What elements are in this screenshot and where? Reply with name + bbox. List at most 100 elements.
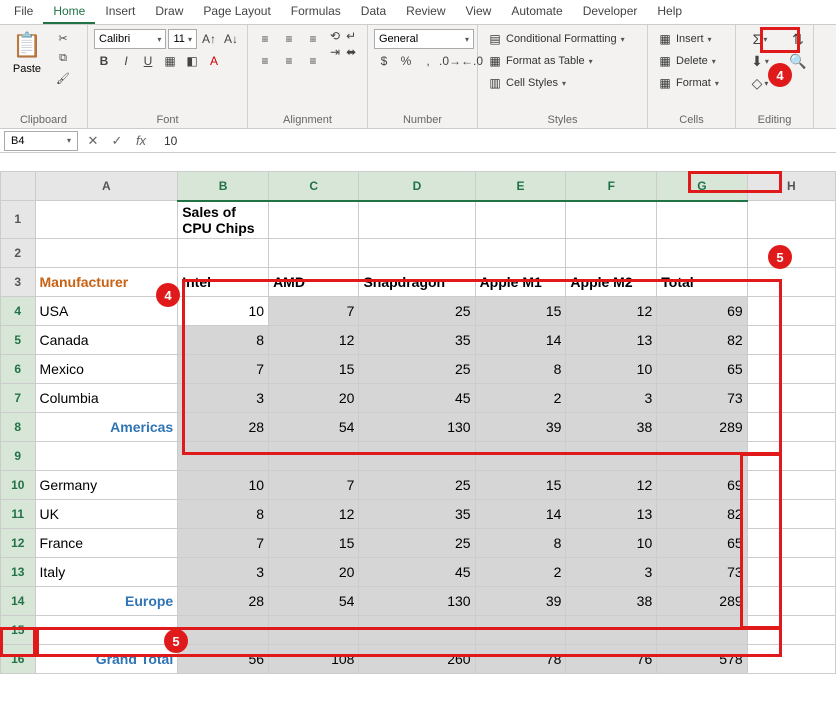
cell-blank[interactable] xyxy=(178,615,269,644)
cell-A13[interactable]: Italy xyxy=(35,557,178,586)
cell-A7[interactable]: Columbia xyxy=(35,383,178,412)
menu-file[interactable]: File xyxy=(4,0,43,24)
enter-icon[interactable]: ✓ xyxy=(108,133,126,149)
cell-blank[interactable] xyxy=(269,441,359,470)
copy-icon[interactable]: ⧉ xyxy=(52,49,74,67)
cell-data-r12-c4[interactable]: 10 xyxy=(566,528,657,557)
cell-blank[interactable] xyxy=(747,296,835,325)
align-bottom-icon[interactable]: ≡ xyxy=(302,29,324,49)
cell-grand-1[interactable]: 108 xyxy=(269,644,359,673)
cell-data-r6-c1[interactable]: 15 xyxy=(269,354,359,383)
cell-blank[interactable] xyxy=(747,383,835,412)
cell-grand-3[interactable]: 78 xyxy=(475,644,566,673)
fill-color-button[interactable]: ◧ xyxy=(182,51,202,71)
cell-data-r4-c4[interactable]: 12 xyxy=(566,296,657,325)
cell-blank[interactable] xyxy=(747,528,835,557)
cell-subtotal-1-3[interactable]: 39 xyxy=(475,586,566,615)
row-header-16[interactable]: 16 xyxy=(1,644,36,673)
cell-data-r6-c2[interactable]: 25 xyxy=(359,354,475,383)
cell-B1[interactable]: Sales of CPU Chips xyxy=(178,201,269,239)
cell-data-r4-c2[interactable]: 25 xyxy=(359,296,475,325)
paste-button[interactable]: 📋 Paste xyxy=(6,29,48,87)
row-header-4[interactable]: 4 xyxy=(1,296,36,325)
menu-page-layout[interactable]: Page Layout xyxy=(193,0,280,24)
cell-data-r4-c5[interactable]: 69 xyxy=(657,296,747,325)
cell-A11[interactable]: UK xyxy=(35,499,178,528)
increase-font-icon[interactable]: A↑ xyxy=(199,29,219,49)
menu-draw[interactable]: Draw xyxy=(145,0,193,24)
cell-blank[interactable] xyxy=(566,201,657,239)
cell-blank[interactable] xyxy=(35,615,178,644)
cell-blank[interactable] xyxy=(269,238,359,267)
cell-blank[interactable] xyxy=(747,644,835,673)
cell-data-r10-c1[interactable]: 7 xyxy=(269,470,359,499)
cell-data-r12-c0[interactable]: 7 xyxy=(178,528,269,557)
cell-subtotal-1-4[interactable]: 38 xyxy=(566,586,657,615)
cell-data-r13-c0[interactable]: 3 xyxy=(178,557,269,586)
wrap-text-icon[interactable]: ↵ xyxy=(346,29,356,43)
col-header-A[interactable]: A xyxy=(35,172,178,201)
percent-icon[interactable]: % xyxy=(396,51,416,71)
cell-blank[interactable] xyxy=(657,238,747,267)
row-header-3[interactable]: 3 xyxy=(1,267,36,296)
cell-data-r5-c5[interactable]: 82 xyxy=(657,325,747,354)
cell-blank[interactable] xyxy=(747,412,835,441)
cell-grand-label[interactable]: Grand Total xyxy=(35,644,178,673)
name-box[interactable]: B4▾ xyxy=(4,131,78,151)
cell-data-r10-c4[interactable]: 12 xyxy=(566,470,657,499)
cut-icon[interactable]: ✂ xyxy=(52,29,74,47)
cell-header-3[interactable]: Apple M1 xyxy=(475,267,566,296)
increase-decimal-icon[interactable]: .0→ xyxy=(440,51,460,71)
cell-blank[interactable] xyxy=(178,238,269,267)
cell-data-r7-c5[interactable]: 73 xyxy=(657,383,747,412)
cell-grand-0[interactable]: 56 xyxy=(178,644,269,673)
cell-data-r13-c1[interactable]: 20 xyxy=(269,557,359,586)
cell-blank[interactable] xyxy=(747,615,835,644)
cell-data-r6-c5[interactable]: 65 xyxy=(657,354,747,383)
fx-icon[interactable]: fx xyxy=(132,133,150,148)
cell-subtotal-0-4[interactable]: 38 xyxy=(566,412,657,441)
cell-subtotal-0-2[interactable]: 130 xyxy=(359,412,475,441)
align-top-icon[interactable]: ≡ xyxy=(254,29,276,49)
row-header-10[interactable]: 10 xyxy=(1,470,36,499)
cell-data-r11-c1[interactable]: 12 xyxy=(269,499,359,528)
comma-icon[interactable]: , xyxy=(418,51,438,71)
col-header-C[interactable]: C xyxy=(269,172,359,201)
cell-data-r11-c5[interactable]: 82 xyxy=(657,499,747,528)
cell-data-r5-c2[interactable]: 35 xyxy=(359,325,475,354)
cell-data-r6-c0[interactable]: 7 xyxy=(178,354,269,383)
cell-data-r11-c0[interactable]: 8 xyxy=(178,499,269,528)
cell-data-r10-c3[interactable]: 15 xyxy=(475,470,566,499)
cell-subtotal-0-1[interactable]: 54 xyxy=(269,412,359,441)
cell-blank[interactable] xyxy=(359,615,475,644)
cell-A5[interactable]: Canada xyxy=(35,325,178,354)
cell-blank[interactable] xyxy=(657,441,747,470)
cell-subtotal-1-2[interactable]: 130 xyxy=(359,586,475,615)
cell-blank[interactable] xyxy=(747,325,835,354)
cell-data-r7-c3[interactable]: 2 xyxy=(475,383,566,412)
font-name-select[interactable]: Calibri▾ xyxy=(94,29,166,49)
cell-data-r6-c3[interactable]: 8 xyxy=(475,354,566,383)
cell-data-r11-c2[interactable]: 35 xyxy=(359,499,475,528)
number-format-select[interactable]: General▾ xyxy=(374,29,474,49)
font-color-button[interactable]: A xyxy=(204,51,224,71)
cell-blank[interactable] xyxy=(475,201,566,239)
cell-blank[interactable] xyxy=(269,201,359,239)
delete-cells-button[interactable]: ▦Delete▾ xyxy=(654,51,729,71)
sort-filter-button[interactable]: ⇅ xyxy=(780,29,816,49)
formula-input[interactable]: 10 xyxy=(156,134,832,148)
cell-styles-button[interactable]: ▥Cell Styles▾ xyxy=(484,73,641,93)
cell-subtotal-1-0[interactable]: 28 xyxy=(178,586,269,615)
font-size-select[interactable]: 11▾ xyxy=(168,29,197,49)
cell-blank[interactable] xyxy=(475,615,566,644)
cell-A1[interactable] xyxy=(35,201,178,239)
decrease-font-icon[interactable]: A↓ xyxy=(221,29,241,49)
format-cells-button[interactable]: ▦Format▾ xyxy=(654,73,729,93)
align-right-icon[interactable]: ≡ xyxy=(302,51,324,71)
cell-blank[interactable] xyxy=(747,499,835,528)
align-center-icon[interactable]: ≡ xyxy=(278,51,300,71)
menu-insert[interactable]: Insert xyxy=(95,0,145,24)
col-header-G[interactable]: G xyxy=(657,172,747,201)
cell-A10[interactable]: Germany xyxy=(35,470,178,499)
menu-developer[interactable]: Developer xyxy=(573,0,648,24)
